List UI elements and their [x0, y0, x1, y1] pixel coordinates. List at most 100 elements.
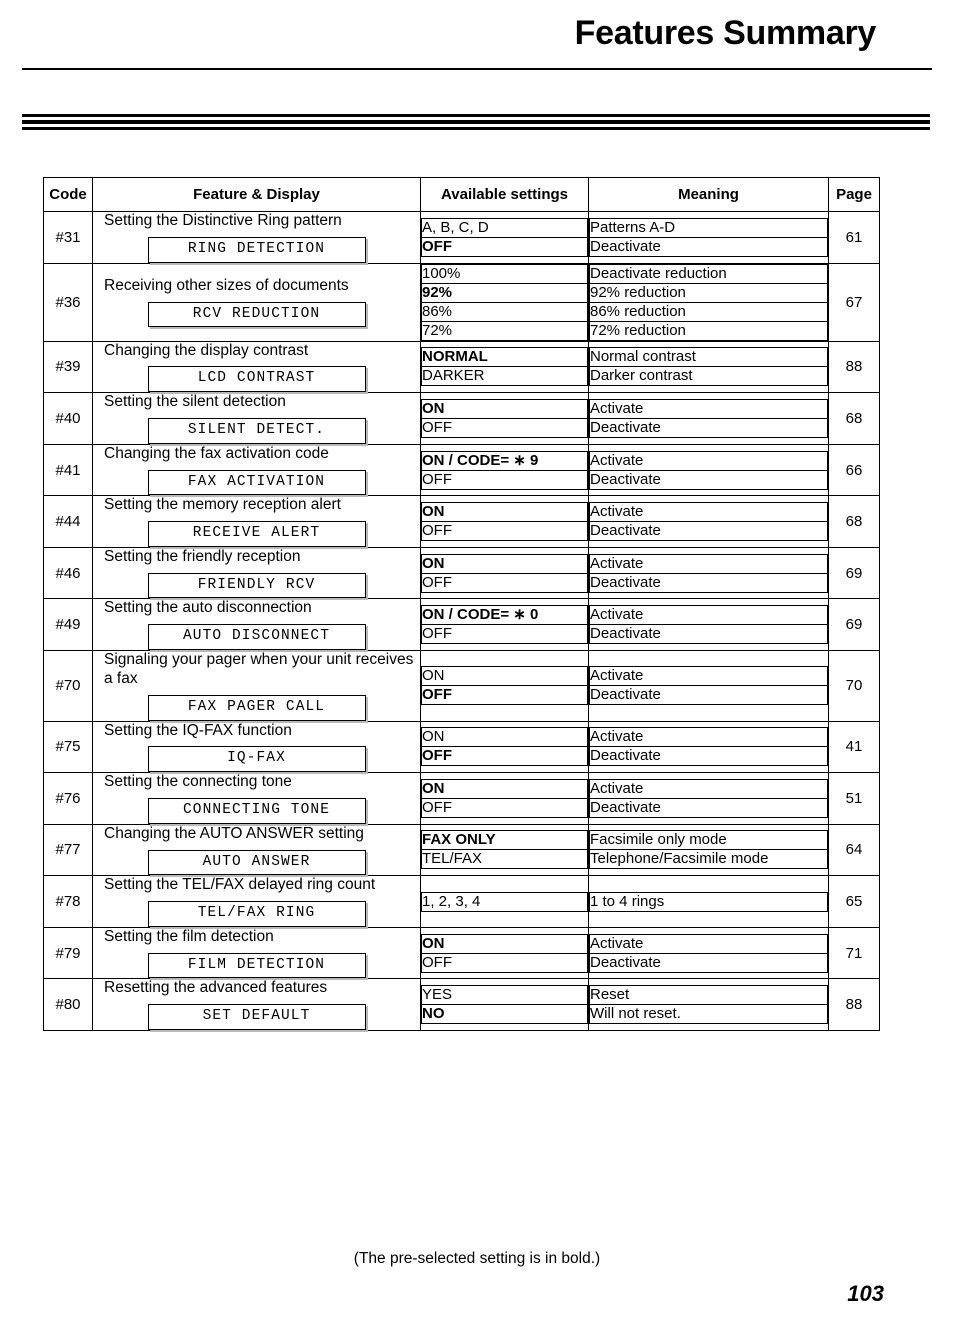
meaning-subrow: Deactivate reduction	[589, 263, 828, 284]
meaning-value: Deactivate	[589, 417, 828, 438]
column-header-settings: Available settings	[420, 177, 589, 212]
settings-sublist: A, B, C, D OFF	[421, 217, 588, 257]
meaning-subrow: Activate	[589, 450, 828, 471]
table-row: #76 Setting the connecting tone CONNECTING…	[43, 772, 880, 825]
setting-value: ON	[421, 666, 588, 687]
lcd-display-text: FAX PAGER CALL	[147, 694, 366, 721]
feature-code-cell: #41	[43, 443, 93, 497]
available-settings-cell: NORMAL DARKER	[420, 340, 589, 394]
meaning-value: Activate	[589, 450, 828, 471]
feature-code-cell: #75	[43, 720, 93, 774]
setting-value: OFF	[421, 624, 588, 645]
table-row: #49 Setting the auto disconnection AUTO DI…	[43, 598, 880, 652]
setting-subrow: OFF	[421, 572, 588, 593]
lcd-display-wrapper: FRIENDLY RCV	[93, 572, 420, 599]
feature-code-cell: #70	[43, 650, 93, 722]
meaning-subrow: Activate	[589, 778, 828, 799]
meaning-value: Will not reset.	[589, 1004, 828, 1025]
setting-subrow: ON	[421, 666, 588, 687]
feature-display-cell: Setting the TEL/FAX delayed ring count TE…	[92, 875, 421, 928]
setting-subrow: OFF	[421, 469, 588, 490]
feature-description: Setting the memory reception alert	[104, 496, 341, 514]
setting-subrow: ON	[421, 553, 588, 574]
setting-value: NORMAL	[421, 347, 588, 368]
lcd-display-text: FRIENDLY RCV	[147, 572, 366, 599]
settings-sublist: ON OFF	[421, 398, 588, 438]
lcd-display-wrapper: FAX PAGER CALL	[93, 694, 420, 721]
page-header: Features Summary	[0, 0, 954, 100]
feature-description: Setting the auto disconnection	[104, 599, 312, 617]
decorative-triple-rule	[22, 114, 930, 130]
available-settings-cell: ON OFF	[420, 650, 589, 722]
page-number-folio: 103	[847, 1281, 884, 1306]
meaning-sublist: 1 to 4 rings	[589, 891, 828, 912]
meaning-sublist: Activate Deactivate	[589, 398, 828, 438]
meaning-value: Patterns A-D	[589, 217, 828, 238]
lcd-display-wrapper: IQ-FAX	[93, 746, 420, 773]
setting-value: ON	[421, 553, 588, 574]
setting-subrow: OFF	[421, 417, 588, 438]
column-header-meaning: Meaning	[588, 177, 829, 212]
feature-code-cell: #39	[43, 340, 93, 394]
setting-subrow: OFF	[421, 521, 588, 542]
meaning-sublist: Activate Deactivate	[589, 450, 828, 490]
meaning-cell: Deactivate reduction 92% reduction 86% red…	[588, 262, 829, 342]
available-settings-cell: 1, 2, 3, 4	[420, 875, 589, 928]
reference-page-cell: 70	[828, 650, 880, 722]
available-settings-cell: ON OFF	[420, 772, 589, 825]
setting-subrow: ON	[421, 502, 588, 523]
settings-sublist: ON OFF	[421, 553, 588, 593]
lcd-display-text: AUTO DISCONNECT	[147, 624, 366, 651]
available-settings-cell: ON OFF	[420, 495, 589, 548]
meaning-sublist: Activate Deactivate	[589, 778, 828, 818]
meaning-cell: Activate Deactivate	[588, 598, 829, 652]
feature-code-cell: #76	[43, 772, 93, 825]
lcd-display-wrapper: AUTO DISCONNECT	[93, 624, 420, 651]
setting-subrow: ON	[421, 398, 588, 419]
setting-value: NO	[421, 1004, 588, 1025]
settings-sublist: ON OFF	[421, 502, 588, 542]
settings-sublist: ON / CODE= ∗ 0 OFF	[421, 605, 588, 645]
meaning-subrow: 1 to 4 rings	[589, 891, 828, 912]
setting-value: OFF	[421, 417, 588, 438]
lcd-display-wrapper: RING DETECTION	[93, 236, 420, 263]
setting-value: ON	[421, 778, 588, 799]
lcd-display-wrapper: RCV REDUCTION	[93, 301, 420, 328]
settings-sublist: ON OFF	[421, 933, 588, 973]
setting-subrow: ON / CODE= ∗ 9	[421, 450, 588, 471]
reference-page-cell: 68	[828, 392, 880, 445]
meaning-sublist: Normal contrast Darker contrast	[589, 347, 828, 387]
table-row: #75 Setting the IQ-FAX function IQ-FAX ON OF…	[43, 720, 880, 774]
meaning-value: Deactivate	[589, 624, 828, 645]
feature-description: Setting the silent detection	[104, 393, 286, 411]
reference-page-cell: 67	[828, 262, 880, 342]
meaning-subrow: Activate	[589, 502, 828, 523]
meaning-cell: Activate Deactivate	[588, 650, 829, 722]
setting-value: YES	[421, 985, 588, 1006]
meaning-sublist: Facsimile only mode Telephone/Facsimile m…	[589, 830, 828, 870]
meaning-cell: Activate Deactivate	[588, 392, 829, 445]
available-settings-cell: A, B, C, D OFF	[420, 211, 589, 264]
feature-display-cell: Changing the AUTO ANSWER setting AUTO ANS…	[92, 823, 421, 877]
meaning-value: 92% reduction	[589, 282, 828, 303]
setting-value: DARKER	[421, 366, 588, 387]
table-row: #41 Changing the fax activation code FAX A…	[43, 443, 880, 497]
settings-sublist: 100% 92% 86% 72%	[421, 263, 588, 341]
meaning-value: Normal contrast	[589, 347, 828, 368]
table-row: #77 Changing the AUTO ANSWER setting AUTO …	[43, 823, 880, 877]
setting-value: ON / CODE= ∗ 9	[421, 450, 588, 471]
meaning-subrow: Will not reset.	[589, 1004, 828, 1025]
feature-display-cell: Setting the Distinctive Ring pattern RING…	[92, 211, 421, 264]
setting-value: OFF	[421, 797, 588, 818]
settings-sublist: 1, 2, 3, 4	[421, 891, 588, 912]
table-row: #78 Setting the TEL/FAX delayed ring coun…	[43, 875, 880, 928]
setting-subrow: FAX ONLY	[421, 830, 588, 851]
lcd-display-wrapper: SET DEFAULT	[93, 1004, 420, 1030]
setting-value: OFF	[421, 236, 588, 257]
meaning-value: 1 to 4 rings	[589, 891, 828, 912]
setting-subrow: DARKER	[421, 366, 588, 387]
meaning-subrow: Deactivate	[589, 685, 828, 706]
lcd-display-text: IQ-FAX	[147, 746, 366, 773]
feature-code-cell: #79	[43, 926, 93, 980]
setting-value: ON	[421, 398, 588, 419]
